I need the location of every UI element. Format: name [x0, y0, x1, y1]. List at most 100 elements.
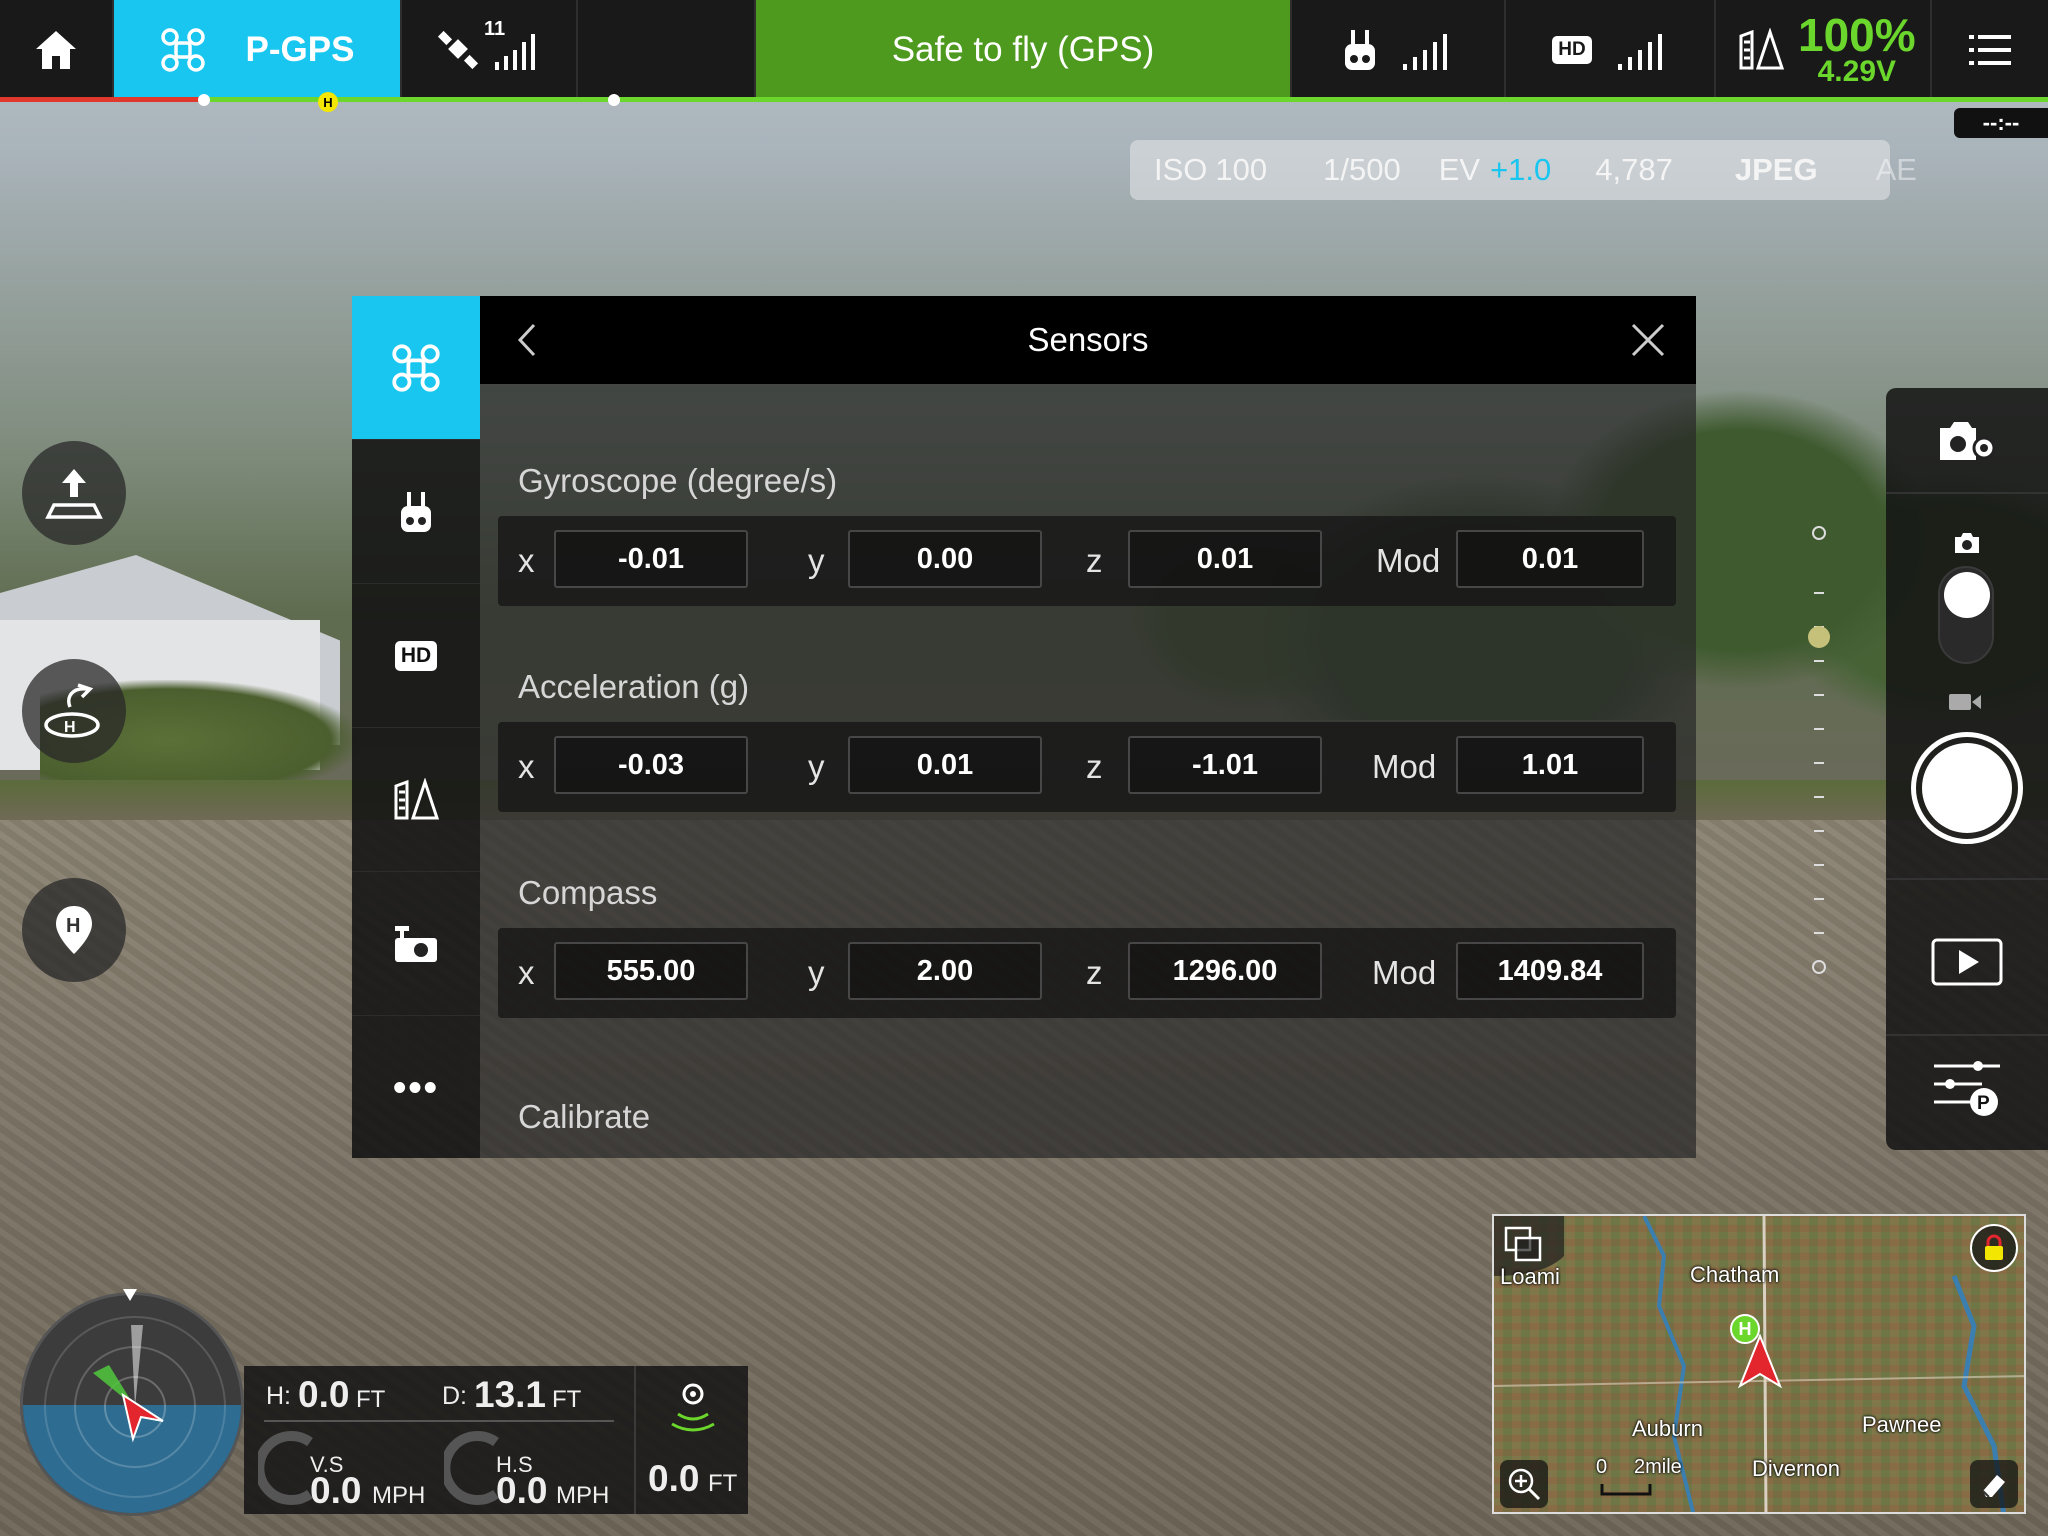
vision-sensor-icon [671, 1383, 715, 1432]
ev-label: EV [1438, 152, 1481, 187]
gyroscope-title: Gyroscope (degree/s) [518, 462, 838, 499]
distance-label: D: [442, 1382, 467, 1410]
telemetry-panel: H: 0.0 FT D: 13.1 FT V.S 0.0 MPH H.S 0.0… [244, 1366, 634, 1514]
progress-marker [198, 94, 210, 106]
video-signal-button[interactable]: HD [1506, 0, 1716, 100]
photo-capacity: 4,787 [1595, 152, 1673, 187]
tab-aircraft-settings[interactable] [352, 296, 480, 440]
exposure-mode-button[interactable]: P [1932, 1058, 2002, 1125]
image-format: JPEG [1734, 152, 1818, 187]
play-icon [1931, 938, 2003, 986]
compass-row: x 555.00 y 2.00 z 1296.00 Mod 1409.84 [498, 928, 1676, 1018]
map-pin-icon: H [56, 906, 92, 954]
axis-mod-label: Mod [1372, 748, 1437, 785]
height-unit: FT [356, 1386, 386, 1413]
return-home-button[interactable]: H [22, 659, 126, 763]
map-zoom-button[interactable] [1500, 1460, 1548, 1508]
tab-more-settings[interactable]: ••• [352, 1016, 480, 1160]
vs-unit: MPH [372, 1482, 426, 1509]
vs-value: 0.0 [310, 1470, 362, 1511]
gyroscope-row: x -0.01 y 0.00 z 0.01 Mod 0.01 [498, 516, 1676, 606]
remote-signal-button[interactable] [1292, 0, 1506, 100]
flight-mode-button[interactable]: P-GPS [114, 0, 402, 100]
menu-button[interactable] [1932, 0, 2048, 100]
gyro-mod-value: 0.01 [1456, 530, 1644, 588]
takeoff-button[interactable] [22, 441, 126, 545]
playback-button[interactable] [1931, 938, 2003, 991]
vision-height-unit: FT [708, 1470, 738, 1497]
satellite-icon [437, 30, 479, 70]
panel-divider [1886, 1034, 2048, 1036]
aircraft-arrow-icon [1738, 1334, 1782, 1389]
vision-positioning-panel: 0.0 FT [634, 1366, 748, 1514]
battery-button[interactable]: 100% 4.29V [1716, 0, 1932, 100]
slider-top-marker [1812, 526, 1826, 540]
flight-progress-low [0, 97, 200, 102]
map-place-label: Loami [1500, 1264, 1560, 1289]
vision-height-value: 0.0 [648, 1458, 700, 1499]
axis-mod-label: Mod [1372, 954, 1437, 991]
battery-status-icon [394, 777, 439, 819]
settings-sidebar: HD ••• [352, 296, 480, 1158]
flight-mode-label: P-GPS [245, 30, 355, 69]
shutter-button[interactable] [1911, 732, 2023, 844]
camera-settings-button[interactable] [1936, 418, 1998, 469]
back-chevron-icon[interactable] [516, 322, 538, 358]
accel-x-value: -0.03 [554, 736, 748, 794]
hs-unit: MPH [556, 1482, 610, 1509]
svg-text:H: H [64, 719, 76, 736]
ae-lock[interactable]: AE [1876, 152, 1917, 188]
calibrate-button[interactable]: Calibrate [518, 1098, 650, 1136]
axis-x-label: x [518, 542, 535, 579]
home-button[interactable] [0, 0, 114, 100]
close-icon[interactable] [1630, 322, 1666, 358]
telemetry-divider [264, 1420, 614, 1422]
camera-settings-icon [1940, 422, 1996, 460]
map-clear-button[interactable] [1970, 1460, 2018, 1508]
map-scale-bar-icon [1600, 1484, 1652, 1496]
camera-settings-bar[interactable]: ISO 100 1/500 EV +1.0 4,787 JPEG AE [1130, 140, 1917, 200]
focus-slider-track[interactable] [1814, 560, 1824, 960]
remote-controller-icon [401, 491, 431, 532]
axis-z-label: z [1086, 542, 1103, 579]
lock-icon [1985, 1234, 2003, 1260]
accel-z-value: -1.01 [1128, 736, 1322, 794]
photo-mode-icon [1955, 533, 1979, 553]
hs-value: 0.0 [496, 1470, 548, 1511]
map-lock-button[interactable] [1970, 1224, 2018, 1272]
aircraft-icon [392, 343, 440, 392]
tab-remote-settings[interactable] [352, 440, 480, 584]
tab-battery-settings[interactable] [352, 728, 480, 872]
axis-z-label: z [1086, 748, 1103, 785]
compass-mod-value: 1409.84 [1456, 942, 1644, 1000]
takeoff-icon [45, 469, 103, 519]
compass-title: Compass [518, 874, 658, 911]
home-point-button[interactable]: H [22, 878, 126, 982]
aircraft-icon [160, 28, 205, 72]
tab-video-settings[interactable]: HD [352, 584, 480, 728]
height-label: H: [266, 1382, 291, 1410]
ev-value: +1.0 [1490, 152, 1552, 187]
distance-value: 13.1 [474, 1374, 547, 1415]
dialog-header: Sensors [480, 296, 1696, 384]
gimbal-camera-icon [395, 925, 437, 962]
hd-badge: HD [1552, 36, 1592, 64]
axis-x-label: x [518, 748, 535, 785]
iso-label: ISO [1154, 152, 1208, 187]
accel-y-value: 0.01 [848, 736, 1042, 794]
signal-bars-icon [1617, 34, 1662, 70]
map-place-label: Auburn [1632, 1416, 1703, 1441]
axis-y-label: y [808, 542, 825, 579]
focus-slider-thumb[interactable] [1808, 626, 1830, 648]
map-layers-icon[interactable] [1504, 1226, 1544, 1264]
gps-signal-button[interactable]: 11 [402, 0, 578, 100]
flight-progress-bar [0, 97, 2048, 102]
camera-control-panel: P [1886, 388, 2048, 1150]
mini-map[interactable]: Loami Chatham Auburn Pawnee Divernon H 0… [1492, 1214, 2026, 1514]
tab-gimbal-settings[interactable] [352, 872, 480, 1016]
photo-video-toggle[interactable] [1938, 566, 1994, 664]
sensors-panel: Gyroscope (degree/s) x -0.01 y 0.00 z 0.… [480, 384, 1696, 1158]
flight-status[interactable]: Safe to fly (GPS) [756, 0, 1292, 100]
compass-z-value: 1296.00 [1128, 942, 1322, 1000]
panel-divider [1886, 492, 2048, 494]
